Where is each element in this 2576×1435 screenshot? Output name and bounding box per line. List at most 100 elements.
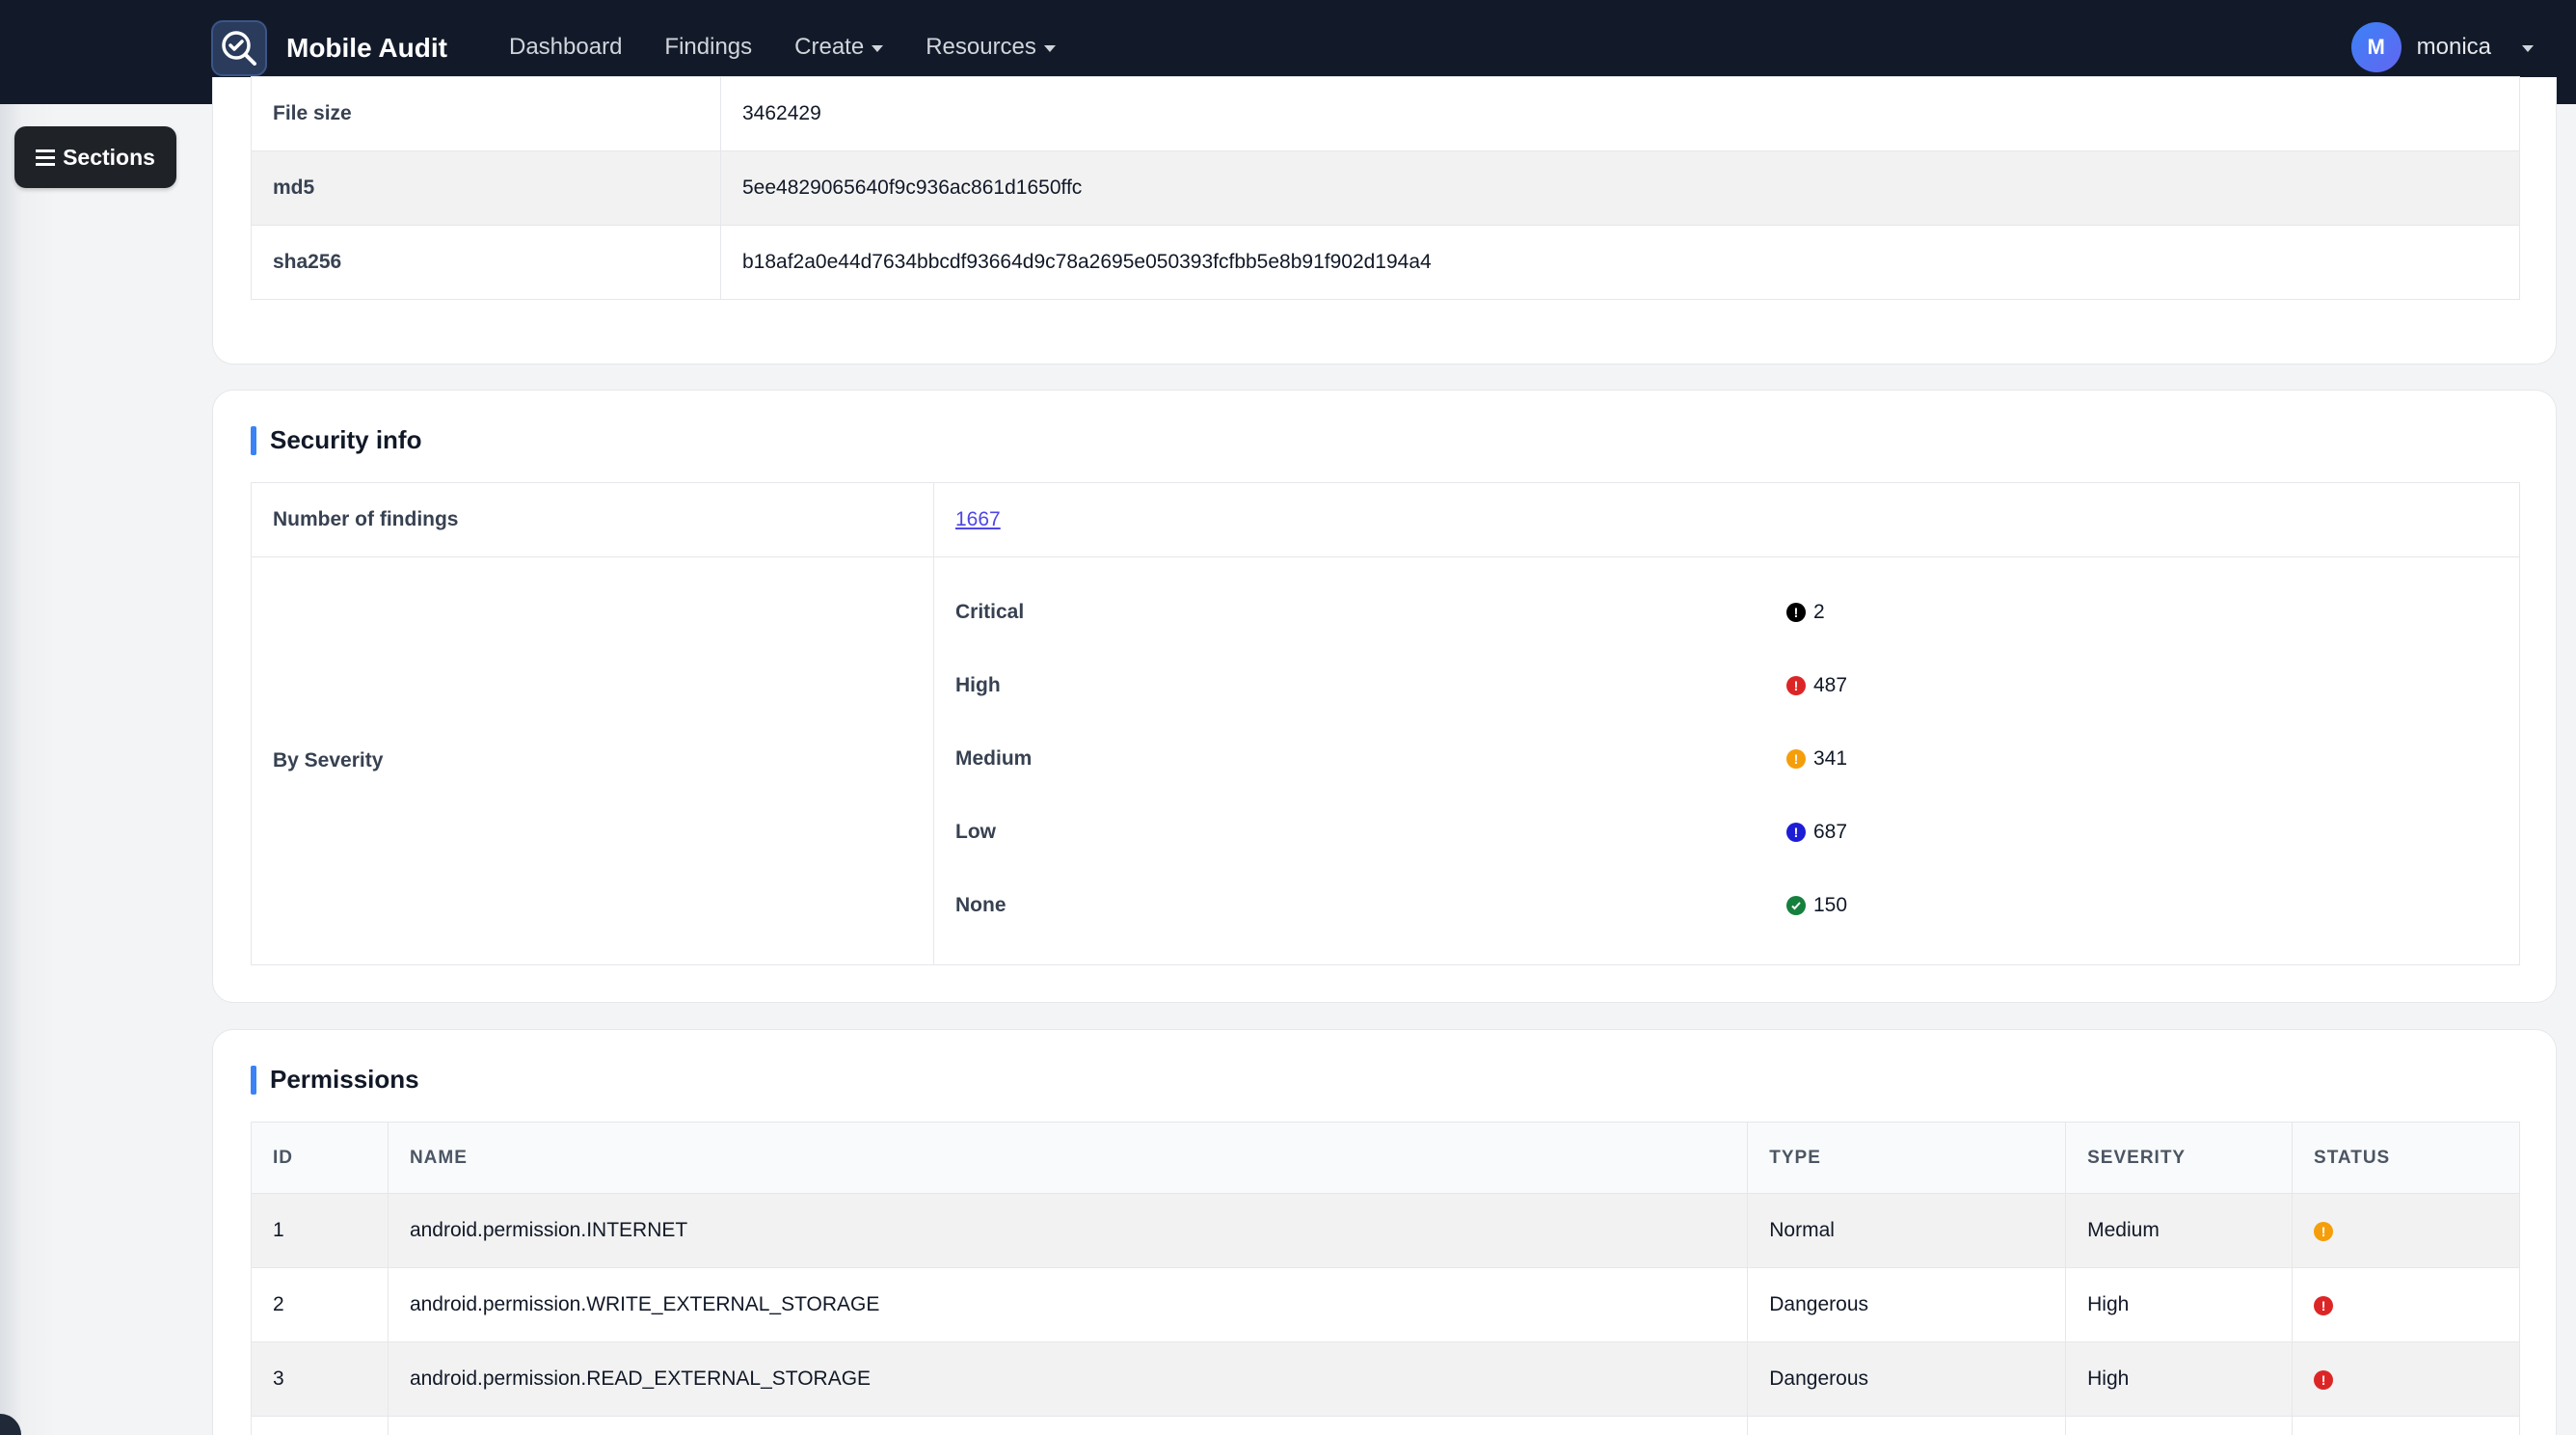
column-header-type[interactable]: TYPE — [1747, 1122, 2067, 1194]
exclamation-circle-icon: ! — [1786, 749, 1806, 769]
menu-icon — [36, 149, 56, 166]
cell-severity — [2065, 1416, 2294, 1435]
status-danger-icon: ! — [2314, 1370, 2334, 1390]
nav-dropdown-resources[interactable]: Resources — [926, 34, 1056, 61]
file-info-card: File size 3462429 md5 5ee4829065640f9c93… — [212, 76, 2557, 365]
findings-label: Number of findings — [251, 482, 934, 557]
severity-row-low: Low ! 687 — [955, 813, 2498, 852]
table-row: sha256 b18af2a0e44d7634bbcdf93664d9c78a2… — [251, 225, 2520, 300]
severity-count: 341 — [1813, 747, 1848, 770]
title-accent-bar — [251, 425, 256, 455]
cell-id: 2 — [251, 1267, 389, 1342]
caret-down-icon — [2522, 44, 2534, 52]
table-row[interactable]: 2 android.permission.WRITE_EXTERNAL_STOR… — [251, 1267, 2520, 1342]
table-row: md5 5ee4829065640f9c936ac861d1650ffc — [251, 150, 2520, 226]
cell-severity: High — [2065, 1341, 2294, 1417]
username: monica — [2416, 34, 2491, 60]
cell-type: Dangerous — [1747, 1267, 2067, 1342]
severity-count: 487 — [1813, 674, 1848, 696]
security-info-card: Security info Number of findings 1667 By… — [212, 390, 2557, 1003]
nav-link-findings[interactable]: Findings — [664, 34, 752, 61]
avatar: M — [2350, 22, 2402, 72]
table-row: By Severity Critical ! 2 High ! 487 Medi… — [251, 556, 2520, 965]
cell-type: Normal — [1747, 1193, 2067, 1268]
table-row[interactable]: 1 android.permission.INTERNET Normal Med… — [251, 1193, 2520, 1268]
title-accent-bar — [251, 1065, 256, 1095]
cell-id: 3 — [251, 1341, 389, 1417]
permissions-card: Permissions ID NAME TYPE SEVERITY STATUS… — [212, 1029, 2557, 1435]
brand-name: Mobile Audit — [286, 33, 447, 63]
severity-row-critical: Critical ! 2 — [955, 593, 2498, 632]
nav-dropdown-create-label: Create — [794, 34, 865, 60]
cell-name: android.permission.INTERNET — [387, 1193, 1749, 1268]
column-header-name[interactable]: NAME — [387, 1122, 1749, 1194]
severity-list: Critical ! 2 High ! 487 Medium ! 341 Low… — [934, 557, 2519, 964]
column-header-status[interactable]: STATUS — [2292, 1122, 2520, 1194]
section-title: Permissions — [251, 1065, 419, 1095]
status-warning-icon: ! — [2314, 1222, 2334, 1241]
table-row[interactable]: 3 android.permission.READ_EXTERNAL_STORA… — [251, 1341, 2520, 1417]
cell-id — [251, 1416, 389, 1435]
brand-logo-icon — [211, 20, 267, 76]
severity-row-none: None 150 — [955, 886, 2498, 925]
table-header-row: ID NAME TYPE SEVERITY STATUS — [251, 1122, 2520, 1194]
exclamation-circle-icon: ! — [1786, 603, 1806, 622]
caret-down-icon — [1043, 44, 1056, 52]
row-label: sha256 — [251, 225, 721, 300]
table-row[interactable] — [251, 1416, 2520, 1435]
exclamation-circle-icon: ! — [1786, 823, 1806, 842]
cell-name: android.permission.READ_EXTERNAL_STORAGE — [387, 1341, 1749, 1417]
row-value: b18af2a0e44d7634bbcdf93664d9c78a2695e050… — [720, 225, 2520, 300]
column-header-id[interactable]: ID — [251, 1122, 389, 1194]
severity-label: Medium — [955, 747, 1033, 770]
user-menu[interactable]: M monica — [2350, 21, 2534, 73]
exclamation-circle-icon: ! — [1786, 676, 1806, 695]
section-title-text: Security info — [270, 425, 422, 454]
nav-dropdown-create[interactable]: Create — [794, 34, 884, 61]
by-severity-label: By Severity — [251, 556, 934, 965]
severity-label: High — [955, 674, 1001, 696]
table-row: File size 3462429 — [251, 76, 2520, 151]
sections-button-label: Sections — [63, 144, 155, 170]
row-label: md5 — [251, 150, 721, 226]
nav-dropdown-resources-label: Resources — [926, 34, 1036, 60]
severity-count: 150 — [1813, 894, 1848, 916]
corner-shadow — [0, 1414, 21, 1435]
brand[interactable]: Mobile Audit — [211, 20, 447, 76]
security-info-table: Number of findings 1667 By Severity Crit… — [251, 482, 2520, 965]
row-value: 5ee4829065640f9c936ac861d1650ffc — [720, 150, 2520, 226]
sections-button[interactable]: Sections — [14, 126, 176, 188]
cell-type: Dangerous — [1747, 1341, 2067, 1417]
severity-label: None — [955, 894, 1006, 916]
cell-name: android.permission.WRITE_EXTERNAL_STORAG… — [387, 1267, 1749, 1342]
severity-row-medium: Medium ! 341 — [955, 740, 2498, 778]
cell-name — [387, 1416, 1749, 1435]
severity-row-high: High ! 487 — [955, 666, 2498, 705]
cell-status — [2292, 1416, 2520, 1435]
severity-count: 687 — [1813, 821, 1848, 843]
caret-down-icon — [872, 44, 884, 52]
file-info-table: File size 3462429 md5 5ee4829065640f9c93… — [251, 76, 2520, 300]
cell-status: ! — [2292, 1267, 2520, 1342]
severity-label: Low — [955, 821, 996, 843]
severity-count: 2 — [1813, 601, 1825, 623]
row-label: File size — [251, 76, 721, 151]
column-header-severity[interactable]: SEVERITY — [2065, 1122, 2294, 1194]
table-row: Number of findings 1667 — [251, 482, 2520, 557]
permissions-table: ID NAME TYPE SEVERITY STATUS 1 android.p… — [251, 1122, 2520, 1435]
nav-link-dashboard[interactable]: Dashboard — [509, 34, 622, 61]
cell-status: ! — [2292, 1341, 2520, 1417]
sidebar: Sections — [0, 104, 193, 1435]
cell-type — [1747, 1416, 2067, 1435]
section-title: Security info — [251, 425, 421, 455]
status-danger-icon: ! — [2314, 1296, 2334, 1315]
findings-count-link[interactable]: 1667 — [955, 508, 1001, 530]
row-value: 3462429 — [720, 76, 2520, 151]
severity-label: Critical — [955, 601, 1025, 623]
check-circle-icon — [1786, 896, 1806, 915]
cell-status: ! — [2292, 1193, 2520, 1268]
section-title-text: Permissions — [270, 1065, 419, 1094]
cell-severity: High — [2065, 1267, 2294, 1342]
cell-severity: Medium — [2065, 1193, 2294, 1268]
cell-id: 1 — [251, 1193, 389, 1268]
